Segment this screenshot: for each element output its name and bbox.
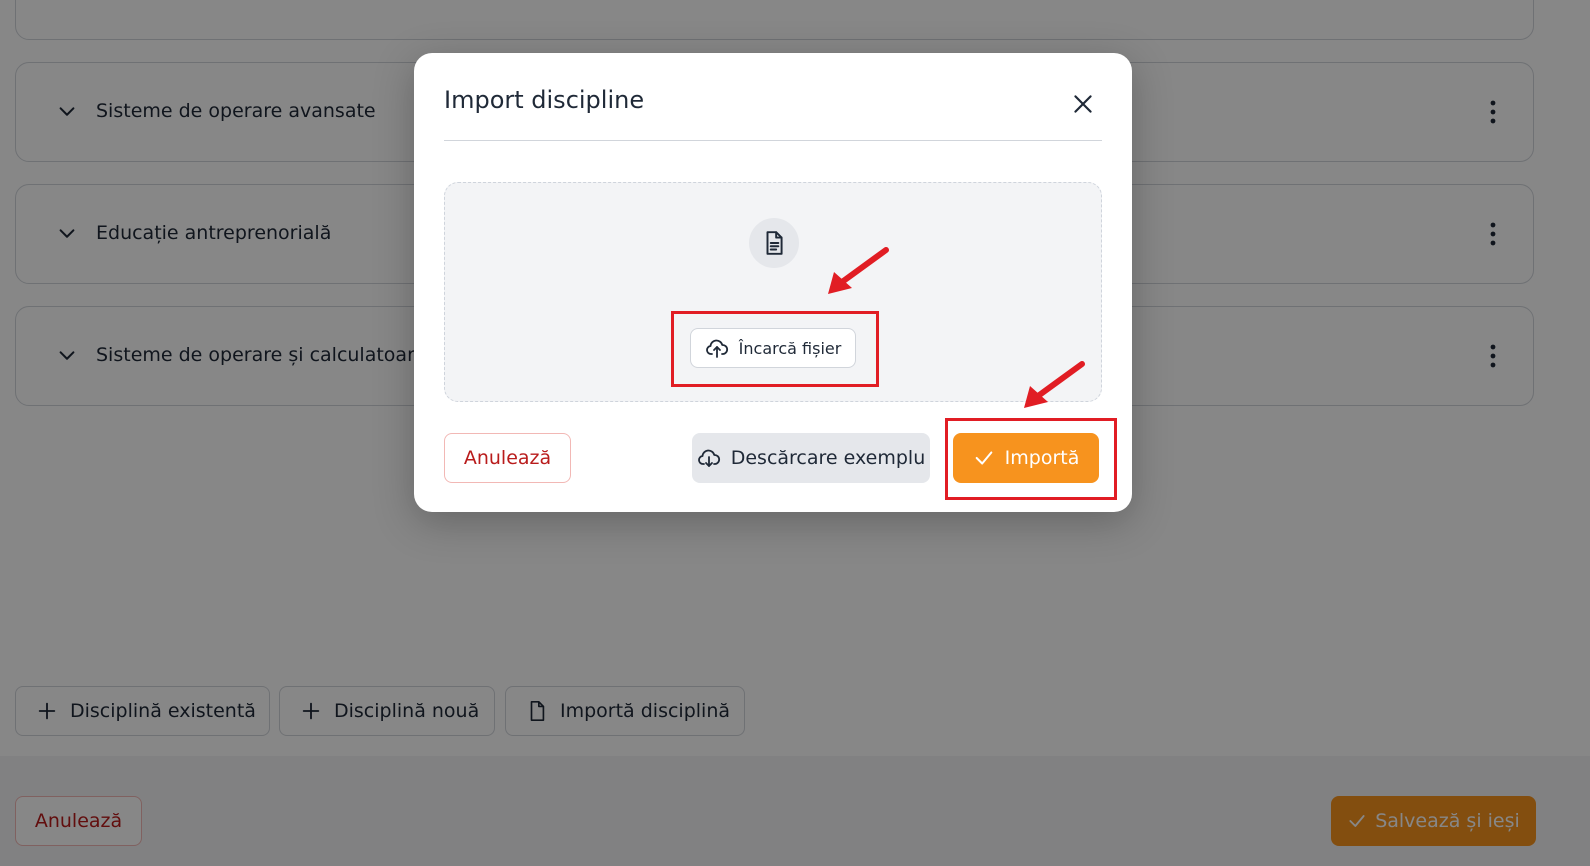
highlight-upload-button bbox=[671, 311, 879, 387]
file-icon-badge bbox=[749, 218, 799, 268]
button-label: Descărcare exemplu bbox=[730, 447, 926, 469]
annotation-arrow-icon bbox=[1024, 361, 1085, 408]
button-label: Anulează bbox=[463, 447, 552, 469]
file-text-icon bbox=[766, 231, 783, 255]
close-icon[interactable] bbox=[1070, 91, 1096, 117]
cancel-button[interactable]: Anulează bbox=[444, 433, 571, 483]
dialog-title: Import discipline bbox=[444, 86, 645, 114]
divider bbox=[444, 140, 1102, 141]
cloud-download-icon bbox=[697, 449, 720, 467]
annotation-arrow-icon bbox=[828, 247, 889, 294]
download-example-button[interactable]: Descărcare exemplu bbox=[692, 433, 930, 483]
highlight-import-button bbox=[945, 418, 1117, 500]
